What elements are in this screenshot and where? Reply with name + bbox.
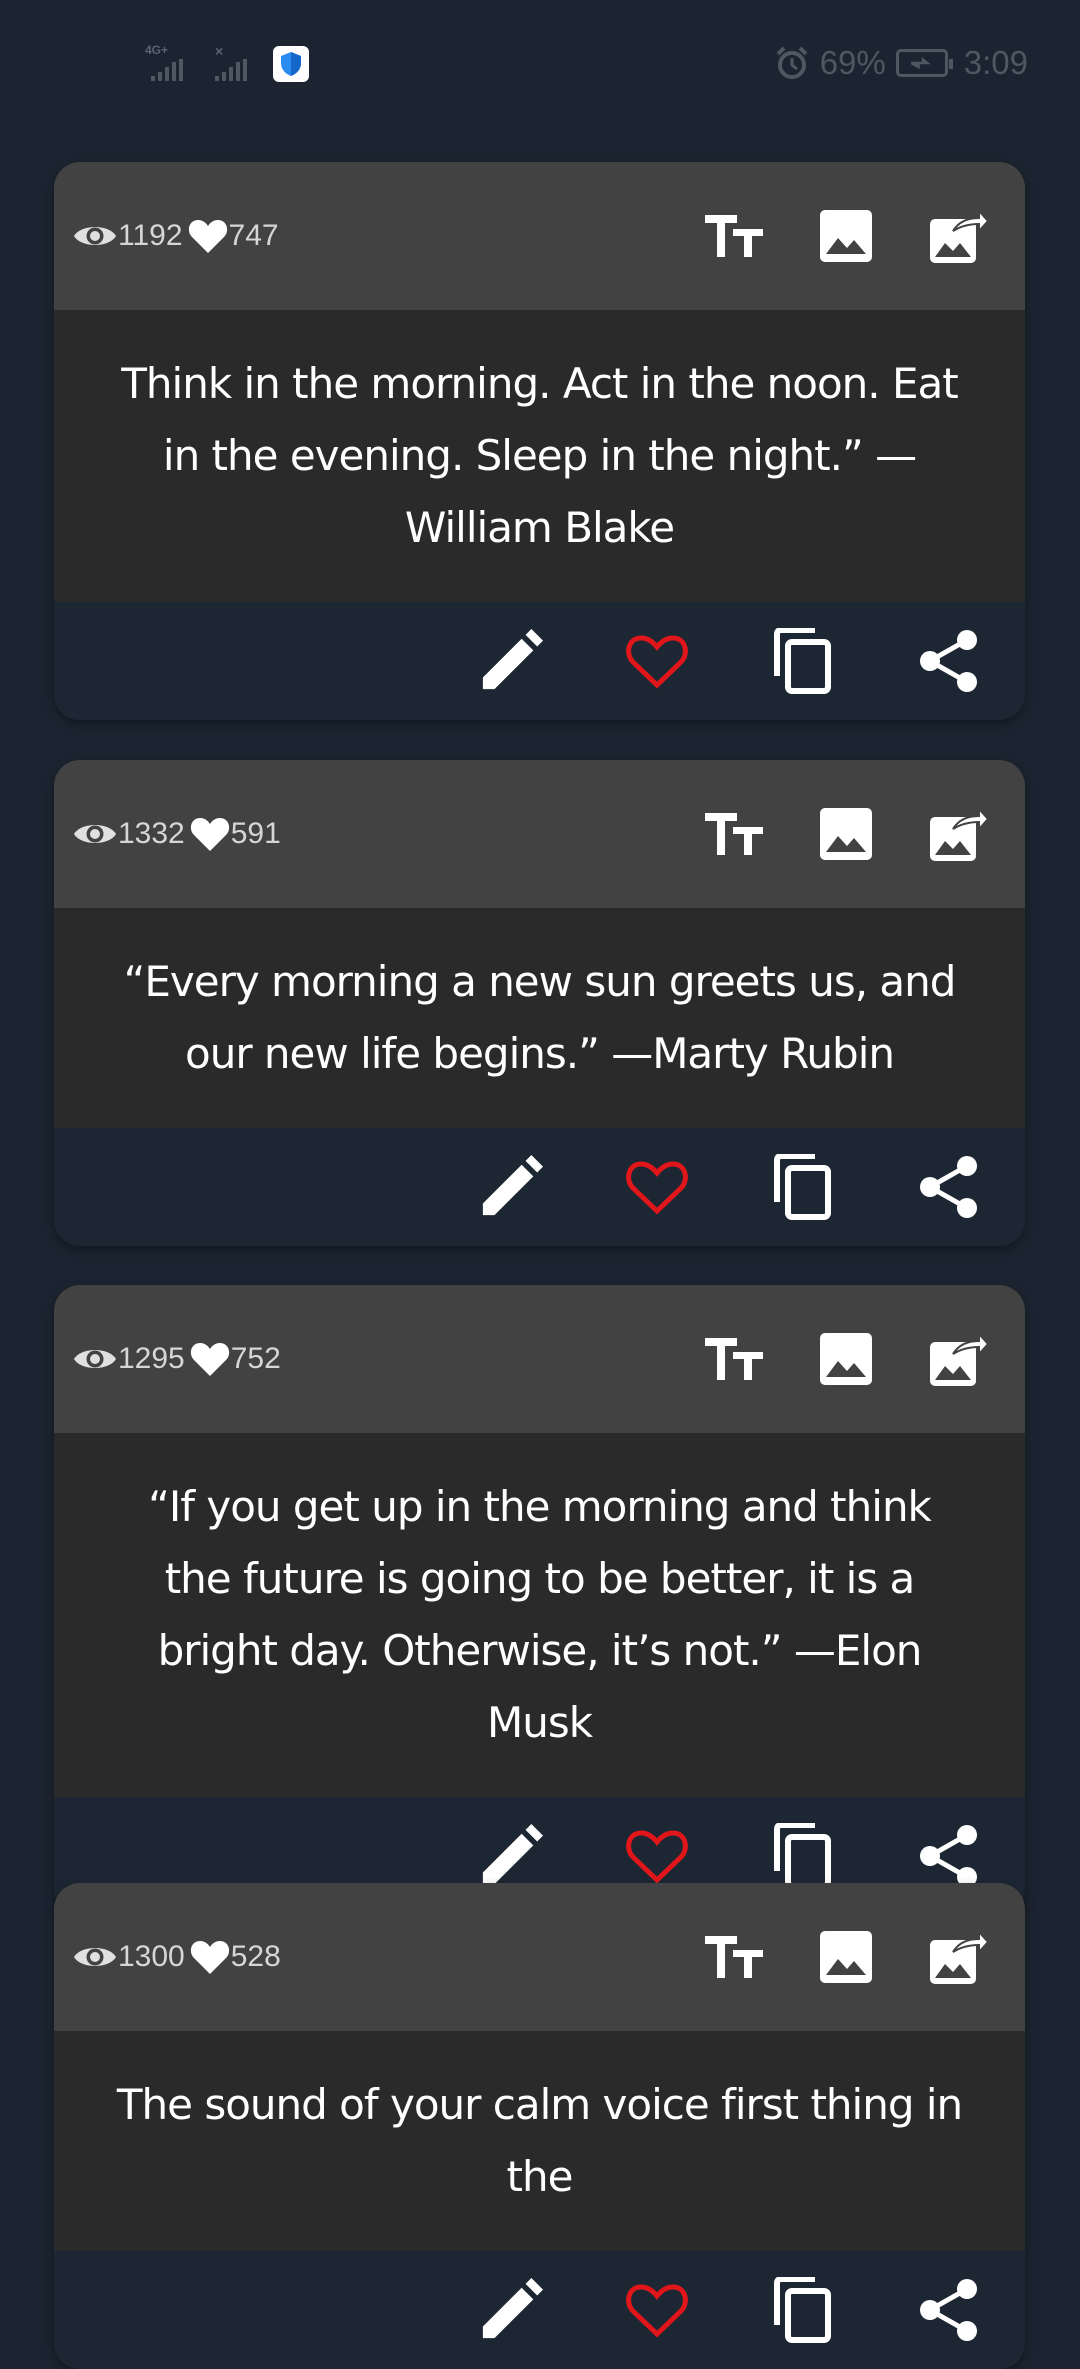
like-count-icon bbox=[189, 1938, 231, 1976]
card-footer bbox=[54, 602, 1025, 720]
favorite-icon[interactable] bbox=[625, 1155, 689, 1219]
quote-card: 1300 528 The sound of your calm voice fi… bbox=[54, 1883, 1025, 2369]
text-size-icon[interactable] bbox=[703, 803, 765, 865]
edit-icon[interactable] bbox=[479, 2278, 543, 2342]
card-header: 1295 752 bbox=[54, 1285, 1025, 1433]
favorite-icon[interactable] bbox=[625, 1824, 689, 1888]
card-header: 1192 747 bbox=[54, 162, 1025, 310]
copy-icon[interactable] bbox=[771, 2277, 835, 2343]
copy-icon[interactable] bbox=[771, 1823, 835, 1889]
view-count-icon bbox=[72, 818, 118, 850]
view-count: 1192 bbox=[118, 219, 183, 252]
quote-text: The sound of your calm voice first thing… bbox=[54, 2031, 1025, 2251]
card-header: 1300 528 bbox=[54, 1883, 1025, 2031]
image-icon[interactable] bbox=[815, 1328, 877, 1390]
status-right: 69% 3:09 bbox=[774, 44, 1028, 82]
battery-percent: 69% bbox=[819, 44, 886, 81]
edit-icon[interactable] bbox=[479, 1155, 543, 1219]
quote-card: 1295 752 “If you get up in the morning a… bbox=[54, 1285, 1025, 1915]
like-count: 591 bbox=[230, 817, 281, 850]
quote-card: 1192 747 Think in the morning. Act in th… bbox=[54, 162, 1025, 720]
image-icon[interactable] bbox=[815, 1926, 877, 1988]
signal-icon bbox=[151, 59, 183, 81]
like-count: 752 bbox=[230, 1342, 281, 1375]
battery-charging-icon bbox=[895, 49, 953, 77]
card-stats: 1295 752 bbox=[72, 1340, 281, 1378]
view-count-icon bbox=[72, 220, 118, 252]
card-footer bbox=[54, 1128, 1025, 1246]
share-image-icon[interactable] bbox=[927, 803, 989, 865]
copy-icon[interactable] bbox=[771, 628, 835, 694]
like-count: 528 bbox=[230, 1940, 281, 1973]
share-image-icon[interactable] bbox=[927, 205, 989, 267]
share-image-icon[interactable] bbox=[927, 1926, 989, 1988]
quote-text: Think in the morning. Act in the noon. E… bbox=[54, 310, 1025, 602]
favorite-icon[interactable] bbox=[625, 2278, 689, 2342]
like-count-icon bbox=[187, 217, 229, 255]
card-footer-tools bbox=[479, 2251, 981, 2369]
view-count: 1300 bbox=[118, 1940, 185, 1973]
status-bar: 4G+ × 69% 3:09 bbox=[0, 0, 1080, 130]
alarm-icon bbox=[776, 46, 808, 79]
no-signal-icon: × bbox=[215, 43, 224, 59]
copy-icon[interactable] bbox=[771, 1154, 835, 1220]
quote-card: 1332 591 “Every morning a new sun greets… bbox=[54, 760, 1025, 1246]
share-icon[interactable] bbox=[917, 629, 981, 693]
card-stats: 1300 528 bbox=[72, 1938, 281, 1976]
card-stats: 1192 747 bbox=[72, 217, 279, 255]
card-header-tools bbox=[703, 1883, 989, 2031]
view-count-icon bbox=[72, 1941, 118, 1973]
like-count: 747 bbox=[228, 219, 279, 252]
image-icon[interactable] bbox=[815, 205, 877, 267]
view-count-icon bbox=[72, 1343, 118, 1375]
image-icon[interactable] bbox=[815, 803, 877, 865]
quote-text: “Every morning a new sun greets us, and … bbox=[54, 908, 1025, 1128]
share-image-icon[interactable] bbox=[927, 1328, 989, 1390]
text-size-icon[interactable] bbox=[703, 205, 765, 267]
card-header-tools bbox=[703, 1285, 989, 1433]
quote-text: “If you get up in the morning and think … bbox=[54, 1433, 1025, 1797]
card-header: 1332 591 bbox=[54, 760, 1025, 908]
edit-icon[interactable] bbox=[479, 629, 543, 693]
text-size-icon[interactable] bbox=[703, 1926, 765, 1988]
like-count-icon bbox=[189, 815, 231, 853]
card-footer bbox=[54, 2251, 1025, 2369]
like-count-icon bbox=[189, 1340, 231, 1378]
view-count: 1332 bbox=[118, 817, 185, 850]
share-icon[interactable] bbox=[917, 2278, 981, 2342]
shield-icon bbox=[273, 46, 309, 82]
card-footer-tools bbox=[479, 602, 981, 720]
card-header-tools bbox=[703, 760, 989, 908]
share-icon[interactable] bbox=[917, 1824, 981, 1888]
share-icon[interactable] bbox=[917, 1155, 981, 1219]
favorite-icon[interactable] bbox=[625, 629, 689, 693]
card-footer-tools bbox=[479, 1128, 981, 1246]
network-type: 4G+ bbox=[145, 43, 169, 57]
edit-icon[interactable] bbox=[479, 1824, 543, 1888]
no-signal-bars-icon bbox=[215, 59, 247, 81]
status-left: 4G+ × bbox=[145, 43, 309, 82]
card-header-tools bbox=[703, 162, 989, 310]
card-stats: 1332 591 bbox=[72, 815, 281, 853]
view-count: 1295 bbox=[118, 1342, 185, 1375]
clock: 3:09 bbox=[963, 44, 1028, 81]
text-size-icon[interactable] bbox=[703, 1328, 765, 1390]
